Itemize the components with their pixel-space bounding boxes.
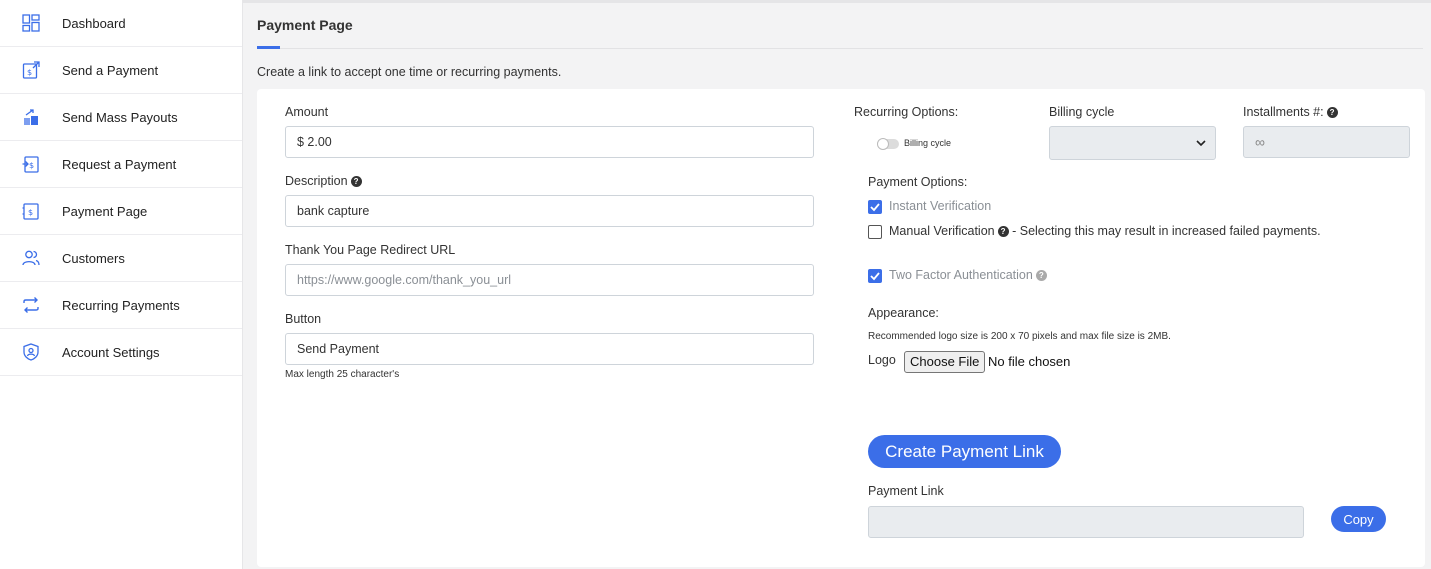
- top-divider: [243, 0, 1431, 3]
- payment-page-form: Amount Description? Thank You Page Redir…: [257, 89, 1425, 567]
- appearance-label: Appearance:: [868, 306, 939, 320]
- amount-input[interactable]: [285, 126, 814, 158]
- sidebar-item-label: Recurring Payments: [62, 297, 180, 313]
- redirect-url-input[interactable]: [285, 264, 814, 296]
- main-content: Payment Page Create a link to accept one…: [243, 0, 1431, 569]
- send-payment-icon: $: [21, 60, 41, 80]
- payment-options-label: Payment Options:: [868, 175, 968, 189]
- toggle-knob: [877, 138, 889, 150]
- billing-cycle-select[interactable]: [1049, 126, 1216, 160]
- check-icon: [870, 272, 880, 281]
- sidebar-item-label: Send a Payment: [62, 62, 159, 78]
- shield-user-icon: [21, 342, 41, 362]
- sidebar-item-label: Customers: [62, 250, 125, 266]
- amount-label: Amount: [285, 105, 329, 119]
- sidebar-item-label: Dashboard: [62, 15, 126, 31]
- manual-verification-text: Manual Verification: [889, 224, 995, 238]
- description-label: Description?: [285, 174, 362, 188]
- installments-input[interactable]: ∞: [1243, 126, 1410, 158]
- chevron-down-icon: [1196, 140, 1206, 147]
- button-text-hint: Max length 25 character's: [285, 369, 400, 380]
- sidebar-item-mass-payouts[interactable]: Send Mass Payouts: [0, 94, 242, 141]
- sidebar-item-label: Request a Payment: [62, 156, 177, 172]
- copy-button[interactable]: Copy: [1331, 506, 1386, 532]
- customers-icon: [21, 248, 41, 268]
- choose-file-button[interactable]: Choose File: [904, 351, 986, 373]
- description-label-text: Description: [285, 174, 348, 188]
- title-underline: [257, 46, 280, 49]
- sidebar-item-customers[interactable]: Customers: [0, 235, 242, 282]
- sidebar: Dashboard $ Send a Payment Send Mass Pay…: [0, 0, 243, 569]
- manual-verification-checkbox[interactable]: [868, 225, 882, 239]
- recurring-icon: [21, 295, 41, 315]
- sidebar-item-label: Account Settings: [62, 344, 160, 360]
- mass-payouts-icon: [21, 107, 41, 127]
- billing-cycle-label: Billing cycle: [1049, 105, 1115, 119]
- sidebar-item-label: Payment Page: [62, 203, 148, 219]
- help-icon[interactable]: ?: [997, 226, 1009, 237]
- check-icon: [870, 203, 880, 212]
- no-file-chosen-text: No file chosen: [988, 354, 1071, 369]
- manual-verification-label: Manual Verification? - Selecting this ma…: [889, 224, 1321, 238]
- sidebar-item-send-payment[interactable]: $ Send a Payment: [0, 47, 242, 94]
- instant-verification-checkbox[interactable]: [868, 200, 882, 214]
- payment-page-icon: $: [21, 201, 41, 221]
- help-icon[interactable]: ?: [1035, 270, 1047, 281]
- sidebar-item-payment-page[interactable]: $ Payment Page: [0, 188, 242, 235]
- two-factor-label: Two Factor Authentication?: [889, 268, 1047, 282]
- two-factor-checkbox[interactable]: [868, 269, 882, 283]
- dashboard-icon: [21, 13, 41, 33]
- billing-cycle-toggle[interactable]: [877, 138, 899, 150]
- billing-cycle-toggle-label: Billing cycle: [904, 138, 952, 148]
- installments-label-text: Installments #:: [1243, 105, 1324, 119]
- page-subtitle: Create a link to accept one time or recu…: [257, 65, 562, 79]
- description-input[interactable]: [285, 195, 814, 227]
- two-factor-text: Two Factor Authentication: [889, 268, 1033, 282]
- create-payment-link-button[interactable]: Create Payment Link: [868, 435, 1061, 468]
- request-payment-icon: $: [21, 154, 41, 174]
- installments-label: Installments #:?: [1243, 105, 1338, 119]
- button-text-label: Button: [285, 312, 322, 326]
- sidebar-item-account-settings[interactable]: Account Settings: [0, 329, 242, 376]
- payment-link-label: Payment Link: [868, 484, 944, 498]
- payment-link-input[interactable]: [868, 506, 1304, 538]
- button-text-input[interactable]: [285, 333, 814, 365]
- logo-label: Logo: [868, 353, 896, 367]
- sidebar-item-request-payment[interactable]: $ Request a Payment: [0, 141, 242, 188]
- sidebar-item-dashboard[interactable]: Dashboard: [0, 0, 242, 47]
- help-icon[interactable]: ?: [1326, 107, 1338, 118]
- sidebar-item-recurring[interactable]: Recurring Payments: [0, 282, 242, 329]
- instant-verification-label: Instant Verification: [889, 199, 992, 213]
- svg-text:$: $: [29, 161, 34, 170]
- manual-verification-note: - Selecting this may result in increased…: [1008, 224, 1321, 238]
- help-icon[interactable]: ?: [350, 176, 362, 187]
- svg-text:$: $: [27, 68, 32, 77]
- recurring-options-label: Recurring Options:: [854, 105, 959, 119]
- sidebar-item-label: Send Mass Payouts: [62, 109, 178, 125]
- page-title: Payment Page: [257, 17, 353, 33]
- logo-size-hint: Recommended logo size is 200 x 70 pixels…: [868, 331, 1171, 342]
- title-divider: [257, 48, 1423, 49]
- svg-text:$: $: [28, 208, 33, 217]
- redirect-url-label: Thank You Page Redirect URL: [285, 243, 456, 257]
